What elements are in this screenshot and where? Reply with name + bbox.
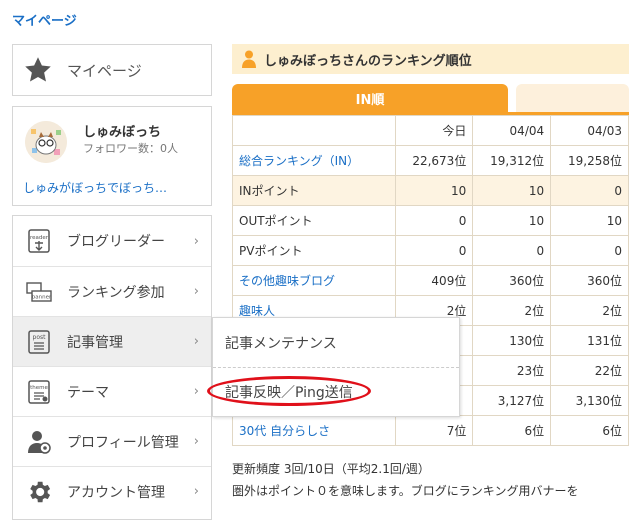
highlight-circle <box>207 376 371 406</box>
ranking-header: しゅみぼっちさんのランキング順位 <box>232 44 629 74</box>
table-cell: 10 <box>550 205 629 236</box>
table-cell: 409位 <box>394 265 474 296</box>
column-header: 今日 <box>394 115 474 146</box>
sidebar-item-label: ランキング参加 <box>67 284 165 301</box>
table-cell: 2位 <box>550 295 629 326</box>
sidebar-item-label: プロフィール管理 <box>67 434 179 451</box>
table-cell: 10 <box>394 175 474 206</box>
table-cell: 7位 <box>394 415 474 446</box>
row-label[interactable]: 30代 自分らしさ <box>232 415 396 446</box>
table-cell: 0 <box>472 235 552 266</box>
table-row: PVポイント 0 0 0 <box>232 235 629 266</box>
mypage-label: マイページ <box>67 61 142 80</box>
breadcrumb[interactable]: マイページ <box>12 10 77 29</box>
ranking-title: しゅみぼっちさんのランキング順位 <box>264 53 472 69</box>
table-cell: 10 <box>472 175 552 206</box>
sidebar-item-post-management[interactable]: post 記事管理 › <box>13 316 211 366</box>
table-cell: 130位 <box>472 325 552 356</box>
chevron-right-icon: › <box>193 384 199 399</box>
mypage-button[interactable]: マイページ <box>12 44 212 96</box>
table-cell: 22位 <box>550 355 629 386</box>
profile-card: しゅみぼっち フォロワー数：0人 しゅみがぼっちでぼっち… <box>12 106 212 206</box>
sidebar-item-ranking[interactable]: banner ランキング参加 › <box>13 266 211 316</box>
table-cell: 23位 <box>472 355 552 386</box>
table-row: その他趣味ブログ 409位 360位 360位 <box>232 265 629 296</box>
table-cell: 360位 <box>472 265 552 296</box>
table-cell: 3,127位 <box>472 385 552 416</box>
tab-other[interactable] <box>516 84 629 112</box>
update-frequency-note: 更新頻度 3回/10日（平均2.1回/週） <box>232 462 430 476</box>
sidebar-item-label: アカウント管理 <box>67 484 165 501</box>
table-cell: 131位 <box>550 325 629 356</box>
chevron-right-icon: › <box>193 233 199 249</box>
blog-title-link[interactable]: しゅみがぼっちでぼっち… <box>23 179 167 196</box>
table-cell: 6位 <box>472 415 552 446</box>
chevron-right-icon: › <box>193 434 199 449</box>
follower-count: フォロワー数：0人 <box>83 142 178 155</box>
table-cell: 10 <box>472 205 552 236</box>
star-icon <box>25 57 51 82</box>
sidebar-item-blog-reader[interactable]: reader ブログリーダー › <box>13 216 211 266</box>
profile-icon <box>25 428 53 456</box>
table-cell: 0 <box>550 235 629 266</box>
column-header: 04/04 <box>472 115 552 146</box>
chevron-right-icon: › <box>193 334 199 349</box>
gear-icon <box>25 478 53 506</box>
table-row: OUTポイント 0 10 10 <box>232 205 629 236</box>
row-label: PVポイント <box>232 235 396 266</box>
table-cell: 22,673位 <box>394 145 474 176</box>
reader-icon: reader <box>25 227 53 255</box>
svg-text:reader: reader <box>30 235 49 241</box>
svg-text:theme: theme <box>30 385 48 391</box>
table-row: INポイント 10 10 0 <box>232 175 629 206</box>
sidebar-item-profile-management[interactable]: プロフィール管理 › <box>13 416 211 466</box>
post-icon: post <box>25 328 53 356</box>
table-row: 総合ランキング（IN） 22,673位 19,312位 19,258位 <box>232 145 629 176</box>
profile-name[interactable]: しゅみぼっち <box>83 121 161 140</box>
table-cell: 0 <box>550 175 629 206</box>
tab-in-order[interactable]: IN順 <box>232 84 508 112</box>
table-cell: 19,258位 <box>550 145 629 176</box>
sidebar-item-label: 記事管理 <box>67 334 123 351</box>
person-icon <box>242 50 256 68</box>
row-label: INポイント <box>232 175 396 206</box>
row-label: OUTポイント <box>232 205 396 236</box>
banner-icon: banner <box>25 278 53 306</box>
table-cell: 360位 <box>550 265 629 296</box>
table-header-row: 今日 04/04 04/03 <box>232 115 629 146</box>
submenu-item-post-maintenance[interactable]: 記事メンテナンス <box>213 318 459 367</box>
chevron-right-icon: › <box>193 284 199 299</box>
table-row: 30代 自分らしさ 7位 6位 6位 <box>232 415 629 446</box>
table-cell: 0 <box>394 235 474 266</box>
sidebar-item-theme[interactable]: theme テーマ › <box>13 366 211 416</box>
avatar[interactable] <box>25 121 67 163</box>
sidebar-item-label: テーマ <box>67 384 109 401</box>
svg-text:banner: banner <box>32 294 52 300</box>
sidebar-menu: reader ブログリーダー › banner ランキング参加 › post 記… <box>12 215 212 520</box>
table-cell: 2位 <box>472 295 552 326</box>
table-cell: 6位 <box>550 415 629 446</box>
table-cell: 3,130位 <box>550 385 629 416</box>
column-header <box>232 115 396 146</box>
table-cell: 0 <box>394 205 474 236</box>
row-label[interactable]: その他趣味ブログ <box>232 265 396 296</box>
row-label[interactable]: 総合ランキング（IN） <box>232 145 396 176</box>
sidebar-item-label: ブログリーダー <box>67 234 165 250</box>
table-cell: 19,312位 <box>472 145 552 176</box>
chevron-right-icon: › <box>193 484 199 499</box>
sidebar-item-account-management[interactable]: アカウント管理 › <box>13 466 211 516</box>
svg-text:post: post <box>33 334 47 341</box>
column-header: 04/03 <box>550 115 629 146</box>
theme-icon: theme <box>25 378 53 406</box>
out-of-rank-note: 圏外はポイント０を意味します。ブログにランキング用バナーを <box>232 484 579 498</box>
